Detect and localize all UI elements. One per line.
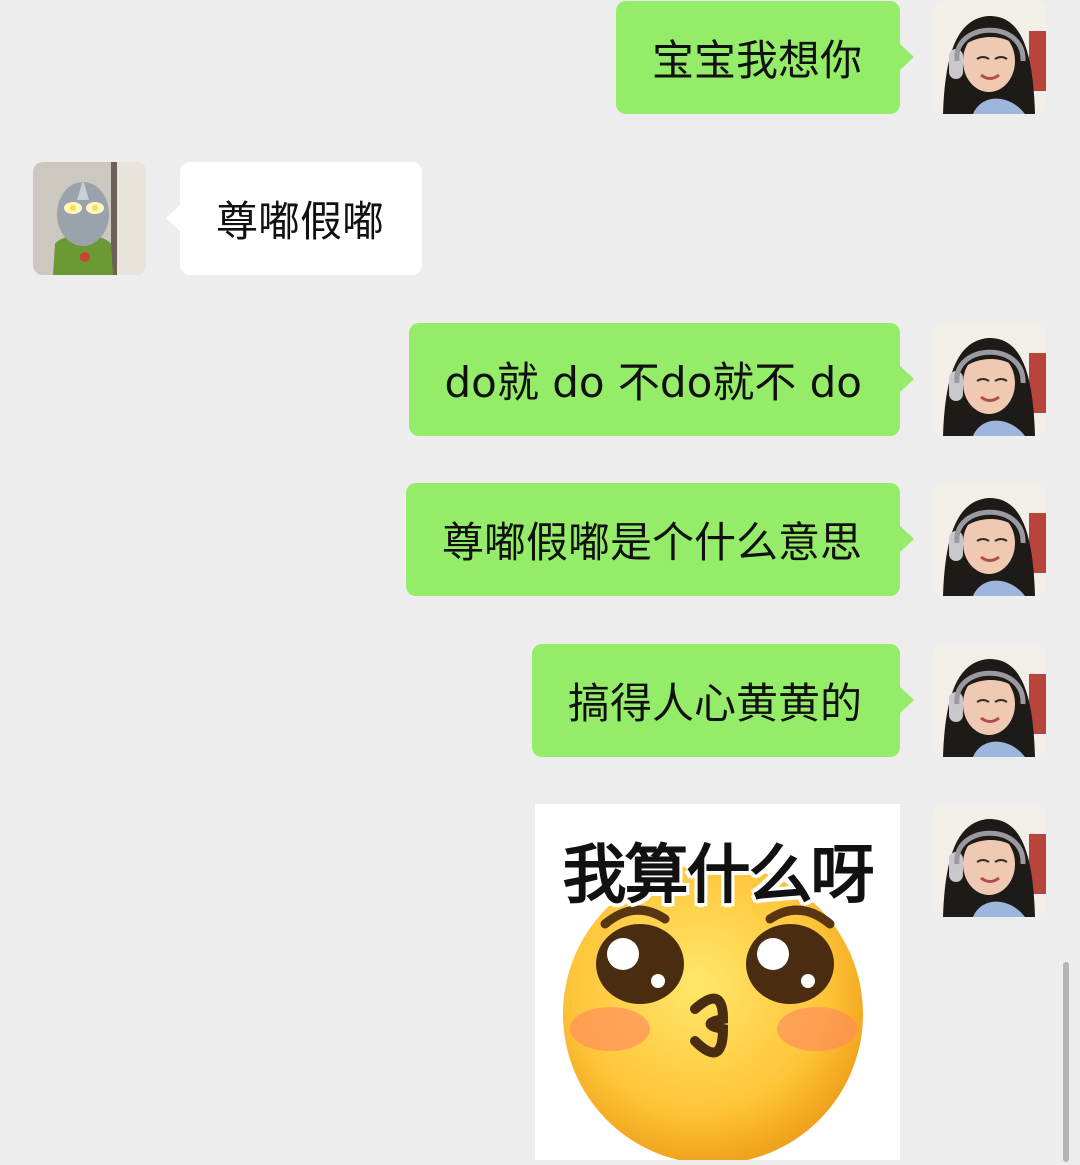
message-bubble-incoming[interactable]: 尊嘟假嘟 [165, 162, 423, 275]
message-bubble-outgoing[interactable]: 搞得人心黄黄的 [531, 644, 915, 757]
self-avatar[interactable] [933, 483, 1046, 596]
contact-avatar[interactable] [33, 162, 146, 275]
self-avatar[interactable] [933, 644, 1046, 757]
message-text: 搞得人心黄黄的 [567, 679, 862, 728]
message-text: 尊嘟假嘟是个什么意思 [441, 518, 862, 567]
self-avatar[interactable] [933, 323, 1046, 436]
sticker-caption: 我算什么呀 [562, 839, 875, 913]
message-bubble-outgoing[interactable]: 宝宝我想你 [615, 1, 915, 114]
self-avatar[interactable] [933, 1, 1046, 114]
message-text: do就 do 不do就不 do [444, 358, 862, 407]
sticker-message[interactable]: 我算什么呀 [535, 804, 900, 1160]
self-avatar[interactable] [933, 804, 1046, 917]
message-text: 宝宝我想你 [651, 36, 862, 85]
message-bubble-outgoing[interactable]: 尊嘟假嘟是个什么意思 [405, 483, 915, 596]
message-text: 尊嘟假嘟 [216, 197, 385, 246]
message-bubble-outgoing[interactable]: do就 do 不do就不 do [408, 323, 915, 436]
scrollbar[interactable] [1063, 962, 1069, 1162]
